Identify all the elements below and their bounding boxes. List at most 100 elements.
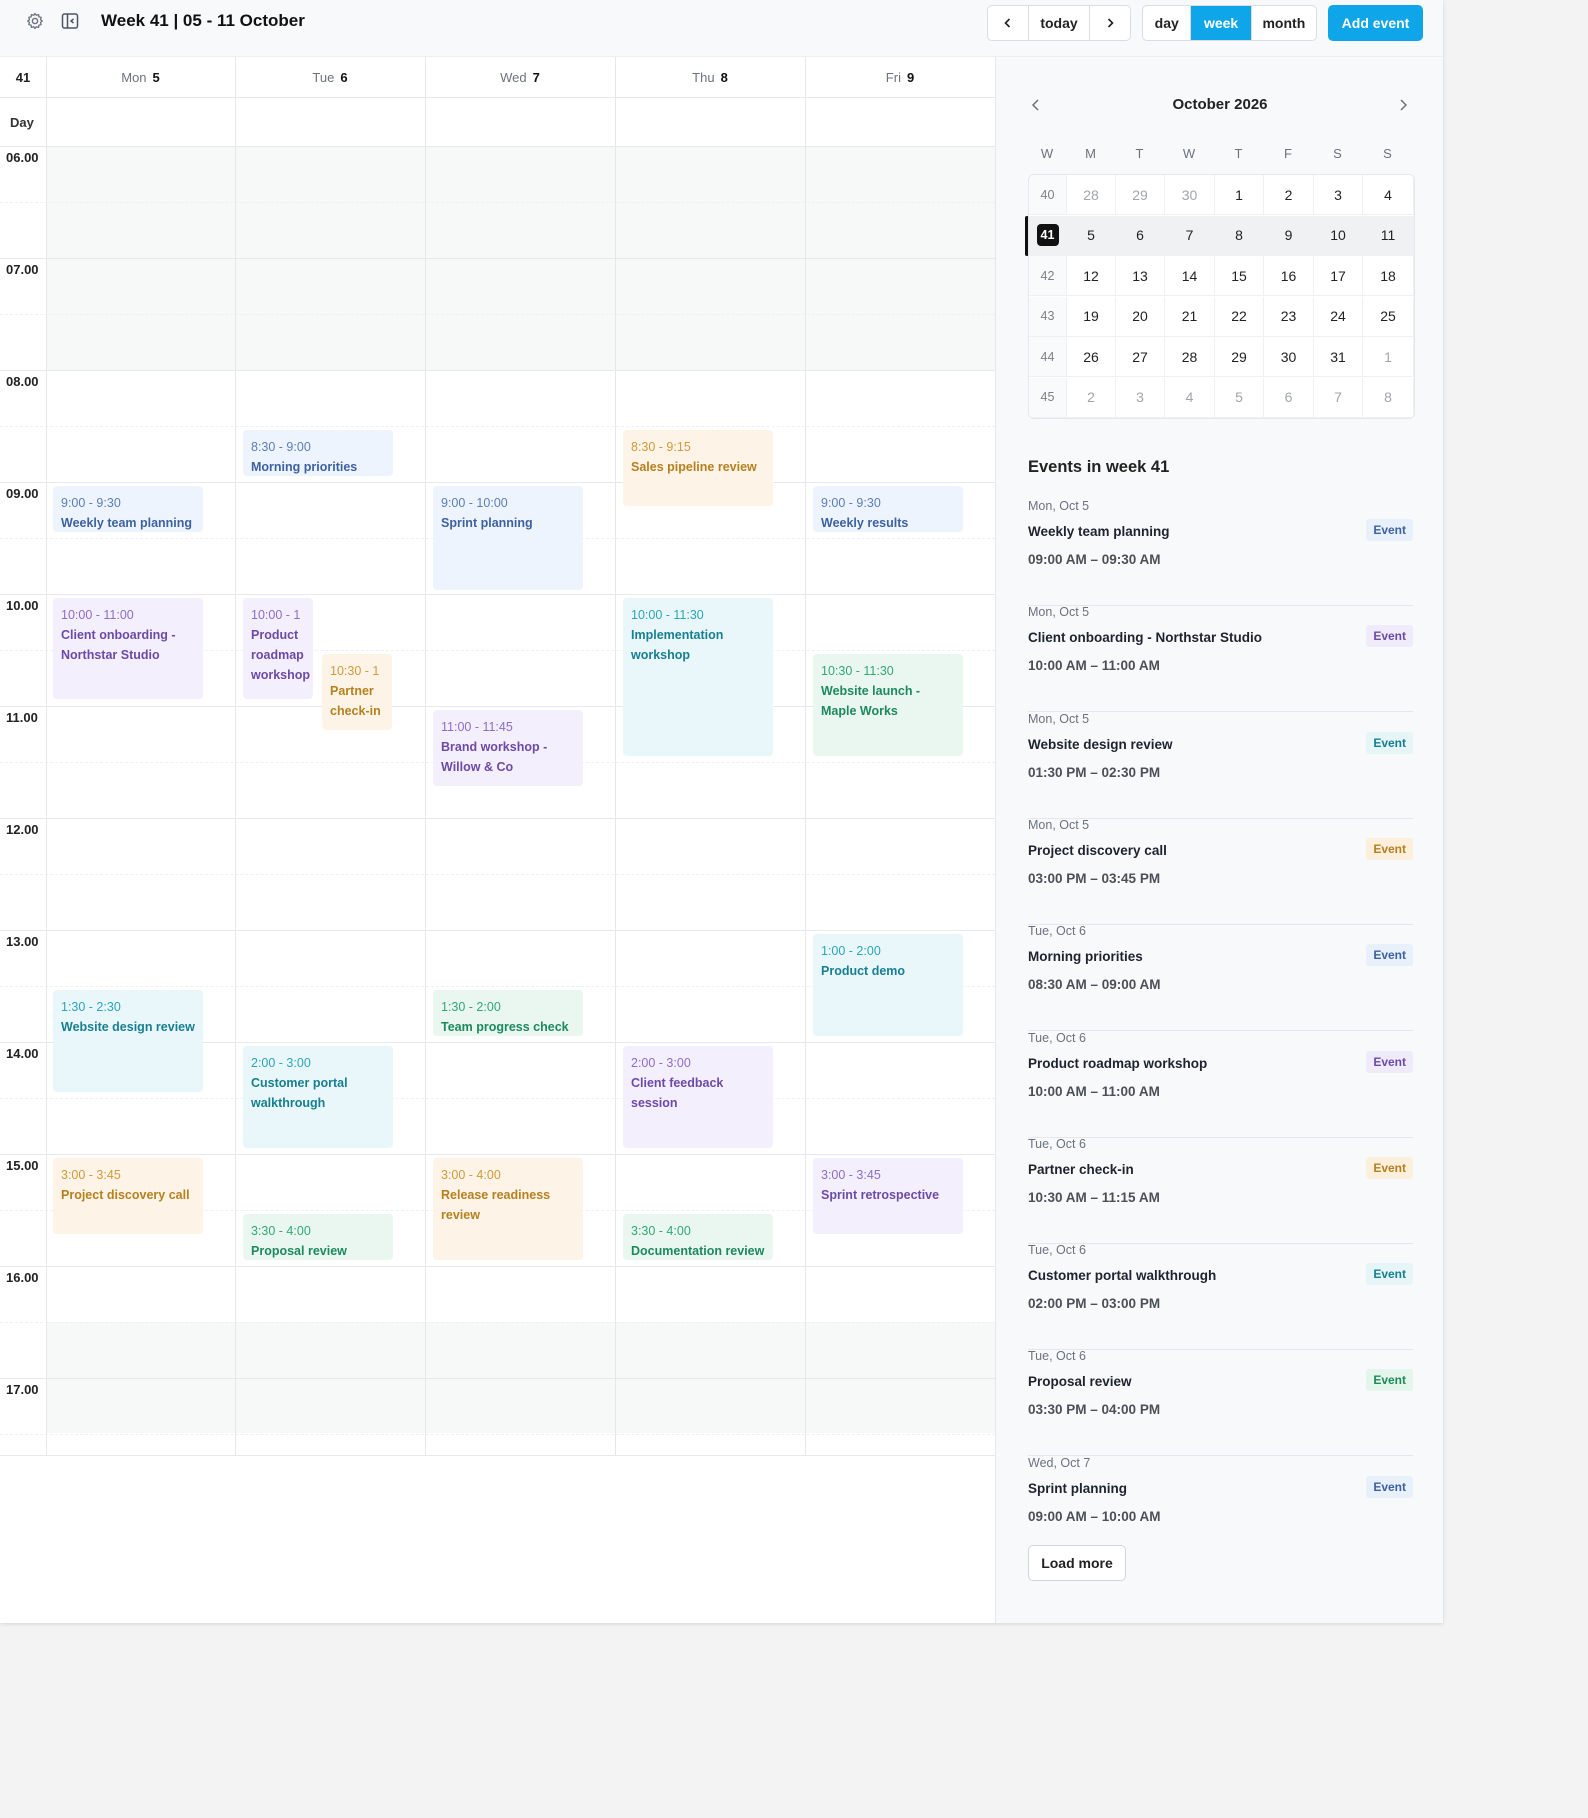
- day-header-tue[interactable]: Tue 6: [235, 57, 425, 98]
- mini-calendar-week-number[interactable]: 40: [1029, 175, 1067, 215]
- calendar-event[interactable]: 11:00 - 11:45 Brand workshop - Willow & C…: [433, 710, 583, 786]
- mini-calendar-week-number[interactable]: 42: [1029, 256, 1067, 296]
- calendar-event[interactable]: 3:30 - 4:00 Proposal review: [243, 1214, 393, 1260]
- calendar-event[interactable]: 10:00 - 11:30 Implementation workshop: [623, 598, 773, 756]
- day-header-thu[interactable]: Thu 8: [615, 57, 805, 98]
- event-list-item[interactable]: Mon, Oct 5 Weekly team planning 09:00 AM –…: [1028, 499, 1413, 606]
- mini-calendar-day[interactable]: 22: [1215, 296, 1264, 337]
- calendar-event[interactable]: 3:30 - 4:00 Documentation review: [623, 1214, 773, 1260]
- mini-calendar-day[interactable]: 7: [1314, 377, 1363, 418]
- calendar-event[interactable]: 10:30 - 1 Partner check-in: [322, 654, 392, 730]
- next-month-icon[interactable]: [1394, 96, 1412, 114]
- mini-calendar-day[interactable]: 26: [1067, 337, 1116, 377]
- mini-calendar-day[interactable]: 28: [1165, 337, 1215, 377]
- prev-week-button[interactable]: [988, 6, 1029, 40]
- event-list-item[interactable]: Tue, Oct 6 Morning priorities 08:30 AM – 0…: [1028, 924, 1413, 1032]
- mini-calendar-day[interactable]: 4: [1363, 175, 1414, 215]
- mini-calendar-day[interactable]: 25: [1363, 296, 1414, 337]
- mini-calendar-day[interactable]: 3: [1314, 175, 1363, 215]
- mini-calendar-week-number[interactable]: 41: [1029, 215, 1067, 256]
- mini-calendar-day[interactable]: 10: [1314, 215, 1363, 256]
- mini-calendar-week-number[interactable]: 44: [1029, 337, 1067, 377]
- calendar-event[interactable]: 9:00 - 9:30 Weekly team planning: [53, 486, 203, 532]
- day-header-mon[interactable]: Mon 5: [46, 57, 235, 98]
- calendar-event[interactable]: 3:00 - 4:00 Release readiness review: [433, 1158, 583, 1260]
- mini-calendar-day[interactable]: 12: [1067, 256, 1116, 296]
- mini-calendar-day[interactable]: 13: [1116, 256, 1165, 296]
- mini-calendar-day[interactable]: 15: [1215, 256, 1264, 296]
- mini-calendar-day[interactable]: 4: [1165, 377, 1215, 418]
- view-week-button[interactable]: week: [1191, 6, 1252, 40]
- event-list-item[interactable]: Mon, Oct 5 Client onboarding - Northstar …: [1028, 605, 1413, 713]
- event-list-item[interactable]: Mon, Oct 5 Website design review 01:30 PM …: [1028, 712, 1413, 819]
- calendar-event[interactable]: 10:00 - 1 Product roadmap workshop: [243, 598, 313, 699]
- mini-calendar-day[interactable]: 5: [1067, 215, 1116, 256]
- calendar-event[interactable]: 8:30 - 9:00 Morning priorities: [243, 430, 393, 476]
- mini-calendar-day[interactable]: 21: [1165, 296, 1215, 337]
- calendar-event[interactable]: 9:00 - 9:30 Weekly results: [813, 486, 963, 532]
- mini-calendar-day[interactable]: 11: [1363, 215, 1414, 256]
- day-number: 9: [906, 69, 915, 85]
- event-list-item[interactable]: Wed, Oct 7 Sprint planning 09:00 AM – 10:0…: [1028, 1456, 1413, 1562]
- gear-icon[interactable]: [25, 11, 45, 31]
- calendar-event[interactable]: 2:00 - 3:00 Customer portal walkthrough: [243, 1046, 393, 1148]
- calendar-event[interactable]: 1:30 - 2:00 Team progress check: [433, 990, 583, 1036]
- mini-calendar-day[interactable]: 30: [1165, 175, 1215, 215]
- sidebar-toggle-icon[interactable]: [60, 11, 80, 31]
- mini-calendar-day[interactable]: 9: [1264, 215, 1314, 256]
- mini-calendar-day[interactable]: 1: [1215, 175, 1264, 215]
- calendar-event[interactable]: 3:00 - 3:45 Sprint retrospective: [813, 1158, 963, 1234]
- next-week-button[interactable]: [1090, 6, 1130, 40]
- mini-calendar-day[interactable]: 3: [1116, 377, 1165, 418]
- mini-calendar-day[interactable]: 28: [1067, 175, 1116, 215]
- event-date: Tue, Oct 6: [1028, 1349, 1086, 1364]
- mini-calendar-day[interactable]: 8: [1363, 377, 1414, 418]
- add-event-button[interactable]: Add event: [1328, 5, 1423, 41]
- mini-calendar-day[interactable]: 23: [1264, 296, 1314, 337]
- calendar-event[interactable]: 1:00 - 2:00 Product demo: [813, 934, 963, 1036]
- calendar-event[interactable]: 8:30 - 9:15 Sales pipeline review: [623, 430, 773, 506]
- calendar-event[interactable]: 2:00 - 3:00 Client feedback session: [623, 1046, 773, 1148]
- mini-calendar-day[interactable]: 18: [1363, 256, 1414, 296]
- mini-calendar-day[interactable]: 17: [1314, 256, 1363, 296]
- mini-calendar-day[interactable]: 5: [1215, 377, 1264, 418]
- day-header-wed[interactable]: Wed 7: [425, 57, 615, 98]
- mini-calendar-day[interactable]: 1: [1363, 337, 1414, 377]
- mini-calendar-week-number[interactable]: 43: [1029, 296, 1067, 337]
- view-day-button[interactable]: day: [1143, 6, 1192, 40]
- event-list-item[interactable]: Tue, Oct 6 Product roadmap workshop 10:00 …: [1028, 1031, 1413, 1138]
- mini-calendar-day[interactable]: 19: [1067, 296, 1116, 337]
- event-list-item[interactable]: Tue, Oct 6 Partner check-in 10:30 AM – 11:…: [1028, 1137, 1413, 1244]
- day-name: Tue: [312, 69, 335, 85]
- calendar-event[interactable]: 3:00 - 3:45 Project discovery call: [53, 1158, 203, 1234]
- event-list-item[interactable]: Tue, Oct 6 Proposal review 03:30 PM – 04:0…: [1028, 1349, 1413, 1457]
- mini-calendar-day[interactable]: 6: [1264, 377, 1314, 418]
- mini-calendar-week-number[interactable]: 45: [1029, 377, 1067, 418]
- mini-calendar-day[interactable]: 16: [1264, 256, 1314, 296]
- mini-calendar-day[interactable]: 27: [1116, 337, 1165, 377]
- mini-calendar-day[interactable]: 29: [1116, 175, 1165, 215]
- mini-calendar-day[interactable]: 7: [1165, 215, 1215, 256]
- calendar-event[interactable]: 9:00 - 10:00 Sprint planning: [433, 486, 583, 590]
- calendar-event[interactable]: 10:00 - 11:00 Client onboarding - Northst…: [53, 598, 203, 699]
- all-day-row[interactable]: [0, 97, 995, 147]
- mini-calendar-day[interactable]: 20: [1116, 296, 1165, 337]
- calendar-event[interactable]: 1:30 - 2:30 Website design review: [53, 990, 203, 1092]
- event-list-item[interactable]: Mon, Oct 5 Project discovery call 03:00 PM…: [1028, 818, 1413, 925]
- event-list-item[interactable]: Tue, Oct 6 Customer portal walkthrough 02:…: [1028, 1243, 1413, 1351]
- mini-calendar-day[interactable]: 2: [1264, 175, 1314, 215]
- mini-calendar-day[interactable]: 24: [1314, 296, 1363, 337]
- mini-calendar-day[interactable]: 8: [1215, 215, 1264, 256]
- mini-calendar-day[interactable]: 14: [1165, 256, 1215, 296]
- day-header-fri[interactable]: Fri 9: [805, 57, 995, 98]
- mini-calendar-day[interactable]: 6: [1116, 215, 1165, 256]
- mini-calendar-day[interactable]: 29: [1215, 337, 1264, 377]
- event-time: 2:00 - 3:00: [631, 1056, 691, 1070]
- mini-calendar-day[interactable]: 2: [1067, 377, 1116, 418]
- calendar-event[interactable]: 10:30 - 11:30 Website launch - Maple Work…: [813, 654, 963, 756]
- mini-calendar-day[interactable]: 30: [1264, 337, 1314, 377]
- mini-calendar-day[interactable]: 31: [1314, 337, 1363, 377]
- today-button[interactable]: today: [1029, 6, 1090, 40]
- event-date: Mon, Oct 5: [1028, 711, 1090, 726]
- view-month-button[interactable]: month: [1252, 6, 1316, 40]
